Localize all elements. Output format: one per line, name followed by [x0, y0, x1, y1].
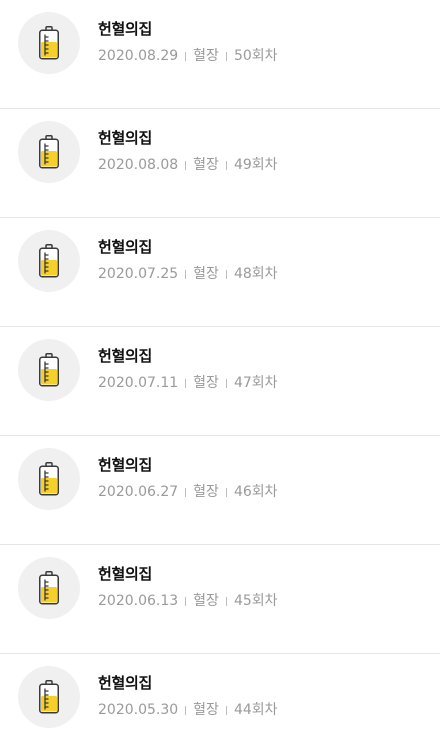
list-item[interactable]: 헌혈의집 2020.06.13 혈장 45회차 — [0, 545, 440, 654]
item-meta: 2020.06.27 혈장 46회차 — [98, 482, 278, 502]
item-date: 2020.06.13 — [98, 593, 179, 609]
item-type: 혈장 — [193, 375, 219, 391]
item-type: 혈장 — [193, 48, 219, 64]
item-type: 혈장 — [193, 593, 219, 609]
plasma-bag-icon — [18, 557, 80, 619]
item-title: 헌혈의집 — [98, 238, 153, 256]
item-count: 48회차 — [233, 266, 278, 282]
separator — [185, 160, 187, 170]
separator — [185, 705, 187, 715]
item-title: 헌혈의집 — [98, 456, 153, 474]
item-meta: 2020.08.08 혈장 49회차 — [98, 155, 278, 175]
item-date: 2020.07.25 — [98, 266, 179, 282]
item-title: 헌혈의집 — [98, 674, 153, 692]
item-title: 헌혈의집 — [98, 347, 153, 365]
item-meta: 2020.08.29 혈장 50회차 — [98, 46, 278, 66]
separator — [185, 378, 187, 388]
item-type: 혈장 — [193, 157, 219, 173]
item-meta: 2020.07.11 혈장 47회차 — [98, 373, 278, 393]
list-item[interactable]: 헌혈의집 2020.08.29 혈장 50회차 — [0, 0, 440, 109]
item-count: 44회차 — [233, 702, 278, 718]
list-item[interactable]: 헌혈의집 2020.07.25 혈장 48회차 — [0, 218, 440, 327]
item-title: 헌혈의집 — [98, 129, 153, 147]
list-item[interactable]: 헌혈의집 2020.06.27 혈장 46회차 — [0, 436, 440, 545]
plasma-bag-icon — [18, 339, 80, 401]
plasma-bag-icon — [18, 666, 80, 728]
separator — [185, 487, 187, 497]
item-count: 45회차 — [233, 593, 278, 609]
separator — [225, 378, 227, 388]
separator — [225, 487, 227, 497]
item-title: 헌혈의집 — [98, 565, 153, 583]
separator — [185, 51, 187, 61]
item-meta: 2020.06.13 혈장 45회차 — [98, 591, 278, 611]
separator — [225, 705, 227, 715]
item-date: 2020.05.30 — [98, 702, 179, 718]
plasma-bag-icon — [18, 230, 80, 292]
separator — [225, 269, 227, 279]
donation-history-list: 헌혈의집 2020.08.29 혈장 50회차 헌혈의집 2020.08.08 … — [0, 0, 440, 748]
item-type: 혈장 — [193, 266, 219, 282]
separator — [185, 269, 187, 279]
item-count: 50회차 — [233, 48, 278, 64]
plasma-bag-icon — [18, 12, 80, 74]
item-meta: 2020.07.25 혈장 48회차 — [98, 264, 278, 284]
item-count: 46회차 — [233, 484, 278, 500]
item-count: 47회차 — [233, 375, 278, 391]
separator — [225, 596, 227, 606]
item-type: 혈장 — [193, 702, 219, 718]
plasma-bag-icon — [18, 448, 80, 510]
separator — [225, 160, 227, 170]
item-date: 2020.07.11 — [98, 375, 179, 391]
item-type: 혈장 — [193, 484, 219, 500]
list-item[interactable]: 헌혈의집 2020.07.11 혈장 47회차 — [0, 327, 440, 436]
list-item[interactable]: 헌혈의집 2020.05.30 혈장 44회차 — [0, 654, 440, 748]
item-date: 2020.08.08 — [98, 157, 179, 173]
item-date: 2020.08.29 — [98, 48, 179, 64]
separator — [185, 596, 187, 606]
list-item[interactable]: 헌혈의집 2020.08.08 혈장 49회차 — [0, 109, 440, 218]
item-title: 헌혈의집 — [98, 20, 153, 38]
item-date: 2020.06.27 — [98, 484, 179, 500]
plasma-bag-icon — [18, 121, 80, 183]
separator — [225, 51, 227, 61]
item-meta: 2020.05.30 혈장 44회차 — [98, 700, 278, 720]
item-count: 49회차 — [233, 157, 278, 173]
